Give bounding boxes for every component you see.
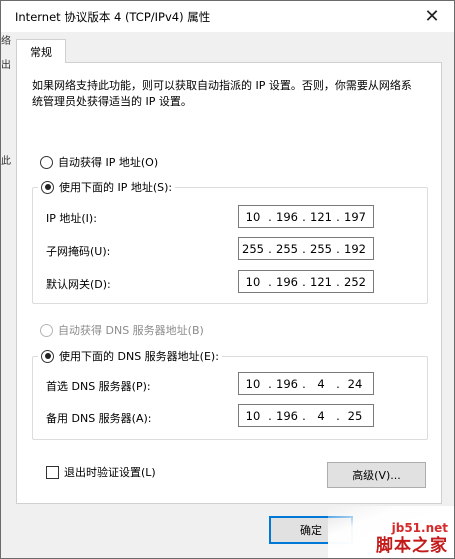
ip-octet: 196 [276, 408, 298, 423]
ip-auto-option[interactable]: 自动获得 IP 地址(O) [40, 154, 158, 170]
ip-octet: 255 [276, 241, 298, 256]
subnet-mask-field[interactable]: 255. 255. 255. 192 [238, 237, 374, 260]
ip-octet: 196 [276, 209, 298, 224]
default-gateway-field[interactable]: 10. 196. 121. 252 [238, 270, 374, 293]
ip-octet: 121 [310, 274, 332, 289]
ip-octet: 196 [276, 274, 298, 289]
ip-address-field[interactable]: 10. 196. 121. 197 [238, 205, 374, 228]
dns-manual-group [32, 356, 428, 440]
validate-on-exit-checkbox[interactable] [46, 465, 59, 479]
alternate-dns-field[interactable]: 10. 196. 4. 25 [238, 404, 374, 427]
preferred-dns-field[interactable]: 10. 196. 4. 24 [238, 372, 374, 395]
default-gateway-label: 默认网关(D): [46, 278, 111, 291]
tab-general[interactable]: 常规 [16, 39, 66, 63]
dns-manual-option[interactable]: 使用下面的 DNS 服务器地址(E): [38, 348, 222, 364]
watermark-overlay: jb51.net 脚本之家 [328, 506, 454, 558]
ip-octet: 255 [310, 241, 332, 256]
ip-octet: 197 [344, 209, 366, 224]
background-char: 络 [1, 36, 11, 47]
preferred-dns-label: 首选 DNS 服务器(P): [46, 380, 151, 393]
dns-manual-label: 使用下面的 DNS 服务器地址(E): [59, 350, 219, 363]
ip-auto-radio[interactable] [40, 155, 53, 169]
ip-octet: 10 [245, 209, 261, 224]
validate-on-exit-label: 退出时验证设置(L) [64, 466, 156, 479]
ip-octet: 4 [317, 408, 325, 423]
background-window-edge: 络 出 此 [1, 32, 11, 512]
ip-manual-radio[interactable] [41, 180, 54, 194]
ip-octet: 196 [276, 376, 298, 391]
validate-on-exit-option[interactable]: 退出时验证设置(L) [46, 464, 156, 480]
ip-address-label: IP 地址(I): [46, 212, 97, 225]
window-title: Internet 协议版本 4 (TCP/IPv4) 属性 [15, 10, 211, 24]
ip-octet: 24 [347, 376, 363, 391]
ip-octet: 10 [245, 376, 261, 391]
ip-octet: 252 [344, 274, 366, 289]
alternate-dns-label: 备用 DNS 服务器(A): [46, 412, 152, 425]
dns-auto-label: 自动获得 DNS 服务器地址(B) [58, 324, 204, 337]
dns-auto-option[interactable]: 自动获得 DNS 服务器地址(B) [40, 322, 204, 338]
background-char: 出 [1, 60, 11, 71]
ip-octet: 255 [242, 241, 264, 256]
title-bar: Internet 协议版本 4 (TCP/IPv4) 属性 ✕ [1, 1, 454, 32]
dns-manual-radio[interactable] [41, 349, 54, 363]
description-text: 如果网络支持此功能，则可以获取自动指派的 IP 设置。否则，你需要从网络系统管理… [32, 79, 412, 108]
close-icon[interactable]: ✕ [410, 1, 454, 32]
ip-octet: 25 [347, 408, 363, 423]
ip-octet: 192 [344, 241, 366, 256]
ip-octet: 121 [310, 209, 332, 224]
ip-octet: 10 [245, 408, 261, 423]
dialog-window: Internet 协议版本 4 (TCP/IPv4) 属性 ✕ 络 出 此 常规… [0, 0, 455, 559]
ip-octet: 10 [245, 274, 261, 289]
subnet-mask-label: 子网掩码(U): [46, 245, 111, 258]
dns-auto-radio[interactable] [40, 323, 53, 337]
background-char: 此 [1, 156, 11, 167]
ip-manual-label: 使用下面的 IP 地址(S): [59, 181, 173, 194]
advanced-button[interactable]: 高级(V)... [327, 462, 426, 488]
ip-octet: 4 [317, 376, 325, 391]
ip-manual-option[interactable]: 使用下面的 IP 地址(S): [38, 179, 176, 195]
watermark-brand: 脚本之家 [376, 536, 448, 556]
ip-auto-label: 自动获得 IP 地址(O) [58, 156, 159, 169]
